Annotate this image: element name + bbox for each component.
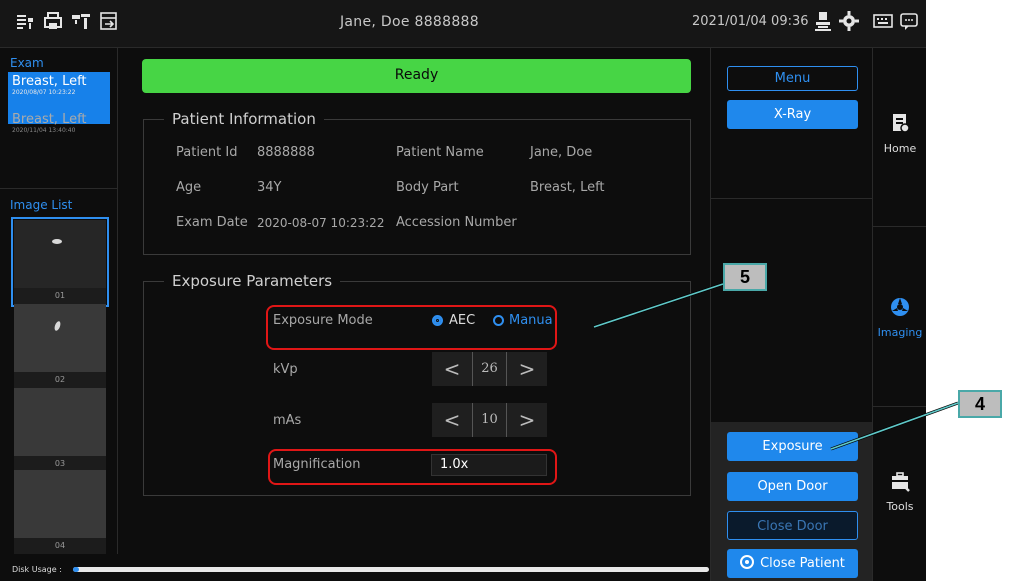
- exam-name: Breast, Left: [12, 74, 87, 89]
- app-window: Jane, Doe 8888888 2021/01/04 09:36 Exam …: [0, 0, 926, 581]
- gear-icon[interactable]: [838, 10, 860, 32]
- thumb-image: [14, 470, 106, 538]
- mas-decrement-button[interactable]: <: [432, 403, 472, 437]
- kvp-label: kVp: [273, 362, 298, 377]
- exam-item-2[interactable]: Breast, Left 2020/11/04 13:40:40: [8, 110, 110, 162]
- message-icon[interactable]: [898, 10, 920, 32]
- xray-button[interactable]: X-Ray: [727, 100, 858, 129]
- exam-date: 2020/08/07 10:23:22: [12, 89, 76, 96]
- thumb-image: [14, 388, 106, 456]
- tube-icon[interactable]: [70, 10, 92, 32]
- patient-id-label: Patient Id: [176, 145, 238, 160]
- keyboard-icon[interactable]: [872, 10, 894, 32]
- callout-4: 4: [958, 390, 1002, 418]
- patient-id-value: 8888888: [257, 145, 315, 160]
- divider: [873, 406, 926, 407]
- home-icon: [893, 114, 910, 133]
- image-thumb-03[interactable]: 03: [14, 388, 106, 472]
- exposure-params-legend: Exposure Parameters: [172, 272, 333, 290]
- exam-date-value: 2020-08-07 10:23:22: [257, 216, 385, 230]
- nav-home-label: Home: [883, 142, 917, 155]
- disk-usage-bar: Disk Usage :: [0, 560, 710, 581]
- patient-name-value: Jane, Doe: [530, 145, 593, 160]
- callout-5: 5: [723, 263, 767, 291]
- body-part-label: Body Part: [396, 180, 459, 195]
- kvp-value: 26: [472, 352, 507, 386]
- close-patient-icon: [740, 555, 755, 569]
- exposure-mode-highlight: [266, 305, 557, 350]
- left-panel: Exam Breast, Left 2020/08/07 10:23:22 Br…: [0, 48, 118, 554]
- age-label: Age: [176, 180, 202, 195]
- worklist-icon[interactable]: [14, 10, 36, 32]
- close-patient-label: Close Patient: [760, 556, 845, 571]
- exam-date: 2020/11/04 13:40:40: [12, 127, 76, 134]
- image-thumb-04[interactable]: 04: [14, 470, 106, 554]
- exposure-button[interactable]: Exposure: [727, 432, 858, 461]
- mas-value: 10: [472, 403, 507, 437]
- mas-increment-button[interactable]: >: [507, 403, 547, 437]
- disk-usage-fill: [73, 567, 80, 572]
- close-door-button[interactable]: Close Door: [727, 511, 858, 540]
- nav-imaging-label: Imaging: [877, 326, 923, 339]
- image-thumb-02[interactable]: 02: [14, 304, 106, 388]
- divider: [0, 188, 118, 189]
- status-ready-bar: Ready: [142, 59, 691, 93]
- divider: [711, 198, 873, 199]
- imaging-icon: [891, 298, 909, 316]
- image-list-label: Image List: [10, 198, 73, 212]
- age-value: 34Y: [257, 180, 282, 195]
- top-bar: Jane, Doe 8888888 2021/01/04 09:36: [0, 0, 926, 48]
- exam-name: Breast, Left: [12, 112, 87, 127]
- nav-tools-label: Tools: [886, 500, 914, 513]
- patient-name-label: Patient Name: [396, 145, 484, 160]
- kvp-decrement-button[interactable]: <: [432, 352, 472, 386]
- datetime: 2021/01/04 09:36: [692, 14, 809, 29]
- divider: [873, 226, 926, 227]
- disk-usage-label: Disk Usage :: [12, 565, 62, 574]
- patient-info-legend: Patient Information: [172, 110, 316, 128]
- side-nav: Home Imaging Tools: [872, 48, 926, 581]
- open-door-button[interactable]: Open Door: [727, 472, 858, 501]
- thumb-image: [14, 220, 106, 288]
- export-icon[interactable]: [98, 10, 120, 32]
- control-lower-panel: Exposure Open Door Close Door Close Pati…: [711, 422, 873, 581]
- disk-usage-track: [73, 567, 709, 572]
- patient-title: Jane, Doe 8888888: [340, 14, 479, 30]
- thumb-number: 02: [14, 372, 106, 388]
- body-part-value: Breast, Left: [530, 180, 605, 195]
- user-icon[interactable]: [812, 10, 834, 32]
- exam-section-label: Exam: [10, 56, 44, 70]
- nav-home[interactable]: Home: [873, 112, 926, 155]
- kvp-increment-button[interactable]: >: [507, 352, 547, 386]
- mas-label: mAs: [273, 413, 302, 428]
- mas-stepper: < 10 >: [432, 403, 547, 437]
- nav-tools[interactable]: Tools: [873, 470, 926, 513]
- accession-label: Accession Number: [396, 215, 517, 230]
- toolbox-icon: [892, 472, 910, 492]
- thumb-number: 04: [14, 538, 106, 554]
- image-thumb-01[interactable]: 01: [11, 217, 109, 307]
- nav-imaging[interactable]: Imaging: [873, 296, 926, 339]
- breast-blob: [53, 320, 62, 332]
- magnification-highlight: [268, 449, 557, 485]
- printer-icon[interactable]: [42, 10, 64, 32]
- close-patient-button[interactable]: Close Patient: [727, 549, 858, 578]
- kvp-stepper: < 26 >: [432, 352, 547, 386]
- thumb-number: 01: [14, 288, 106, 304]
- exam-date-label: Exam Date: [176, 215, 248, 230]
- menu-button[interactable]: Menu: [727, 66, 858, 91]
- thumb-image: [14, 304, 106, 372]
- breast-blob: [52, 239, 62, 244]
- control-column: Menu X-Ray Exposure Open Door Close Door…: [710, 48, 873, 581]
